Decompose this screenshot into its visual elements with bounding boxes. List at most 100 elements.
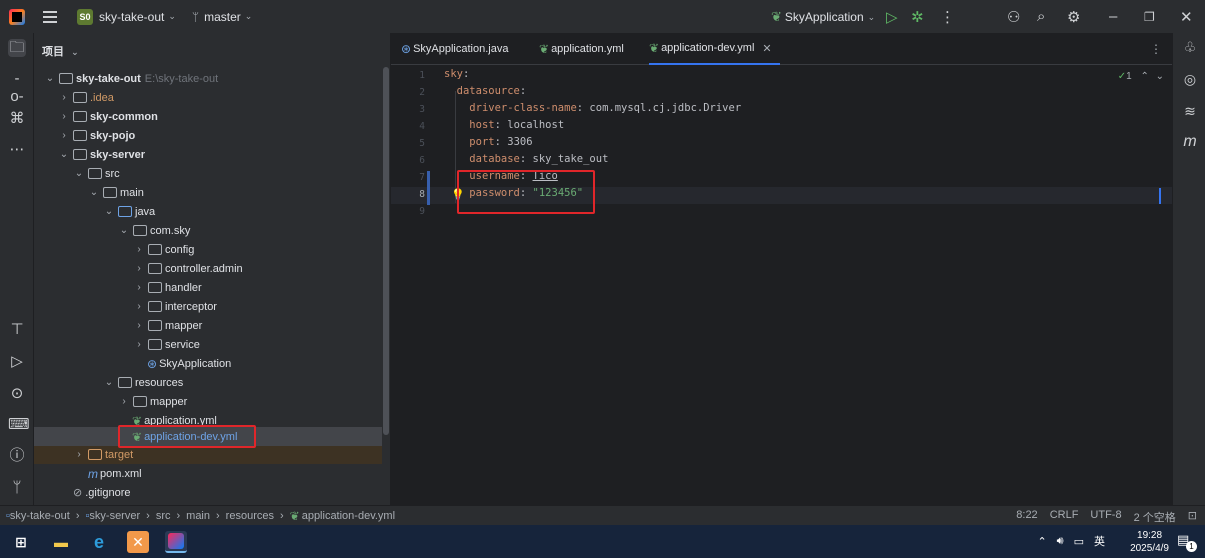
problems-icon[interactable]: ⓘ xyxy=(8,447,26,465)
code-line-5[interactable]: port: 3306 xyxy=(444,136,532,148)
notification-center-icon[interactable]: ▤ 1 xyxy=(1177,532,1197,552)
tree-item-idea[interactable]: › .idea xyxy=(34,88,382,107)
file-encoding[interactable]: UTF-8 xyxy=(1090,509,1121,525)
ie-browser-icon[interactable]: e xyxy=(88,531,110,553)
breadcrumb-item[interactable]: sky-server xyxy=(89,510,140,522)
breadcrumb-item[interactable]: resources xyxy=(226,510,274,522)
tree-item-sky-take-out[interactable]: ⌄ sky-take-out E:\sky-take-out xyxy=(34,69,382,88)
tree-item-resources[interactable]: ⌄ resources xyxy=(34,373,382,392)
tree-item-interceptor[interactable]: › interceptor xyxy=(34,297,382,316)
tab-label: SkyApplication.java xyxy=(413,43,509,55)
project-badge[interactable]: S0 xyxy=(77,8,93,25)
code-line-3[interactable]: driver-class-name: com.mysql.cj.jdbc.Dri… xyxy=(444,102,741,114)
main-menu-icon[interactable] xyxy=(43,10,57,23)
project-panel: 项目 ⌄ ⌄ sky-take-out E:\sky-take-out › .i… xyxy=(34,33,390,505)
tree-item-resources-mapper[interactable]: › mapper xyxy=(34,392,382,411)
line-separator[interactable]: CRLF xyxy=(1050,509,1079,525)
chevron-right-icon: › xyxy=(137,282,141,293)
commit-icon[interactable]: -o- xyxy=(8,70,26,105)
tab-options-icon[interactable]: ⋮ xyxy=(1150,42,1162,56)
chevron-down-icon: ⌄ xyxy=(104,206,114,217)
build-icon[interactable]: ⊤ xyxy=(8,321,26,339)
system-tray: ⌃ 🔊︎ ▭ 英 xyxy=(1037,533,1105,549)
project-selector[interactable]: sky-take-out ⌄ xyxy=(93,10,176,24)
inspection-widget[interactable]: ✓1 ⌃ ⌄ xyxy=(1118,71,1164,82)
terminal-icon[interactable]: ⌨ xyxy=(8,416,30,434)
restore-icon[interactable]: ❐ xyxy=(1144,10,1155,24)
ime-indicator[interactable]: 英 xyxy=(1094,533,1105,549)
tree-item-com-sky[interactable]: ⌄ com.sky xyxy=(34,221,382,240)
tree-item-gitignore[interactable]: ⊘ .gitignore xyxy=(34,483,382,502)
breadcrumb-item[interactable]: sky-take-out xyxy=(10,510,70,522)
run-config-selector[interactable]: ❦ SkyApplication ⌄ xyxy=(771,9,875,25)
git-icon[interactable]: ᛘ xyxy=(8,479,26,497)
indent-setting[interactable]: 2 个空格 xyxy=(1134,509,1176,525)
breadcrumb-item[interactable]: src xyxy=(156,510,171,522)
breadcrumb-item[interactable]: main xyxy=(186,510,210,522)
next-problem-icon[interactable]: ⌄ xyxy=(1156,71,1164,82)
code-line-6[interactable]: database: sky_take_out xyxy=(444,153,608,165)
branch-selector[interactable]: ᛘ master ⌄ xyxy=(176,10,252,24)
project-name: sky-take-out xyxy=(99,9,165,24)
title-bar: S0 sky-take-out ⌄ ᛘ master ⌄ ❦ SkyApplic… xyxy=(0,0,1205,33)
project-panel-header[interactable]: 项目 ⌄ xyxy=(42,43,79,59)
prev-problem-icon[interactable]: ⌃ xyxy=(1140,71,1148,82)
tree-item-handler[interactable]: › handler xyxy=(34,278,382,297)
xampp-icon[interactable]: ✕ xyxy=(127,531,149,553)
network-icon[interactable]: ▭ xyxy=(1074,535,1084,548)
notifications-icon[interactable]: ♧ xyxy=(1181,39,1199,56)
close-icon[interactable]: ✕ xyxy=(1180,8,1193,26)
code-line-1[interactable]: sky: xyxy=(444,68,469,80)
folder-icon xyxy=(73,92,87,103)
tab-application-dev-yml[interactable]: ❦ application-dev.yml ✕ xyxy=(649,33,780,65)
caret-position[interactable]: 8:22 xyxy=(1016,509,1037,525)
tree-item-src[interactable]: ⌄ src xyxy=(34,164,382,183)
tree-item-label: pom.xml xyxy=(100,467,142,480)
tab-application-yml[interactable]: ❦ application.yml xyxy=(539,33,624,65)
chevron-up-icon[interactable]: ⌃ xyxy=(1037,535,1046,548)
intellij-taskbar-icon[interactable] xyxy=(165,531,187,553)
code-line-2[interactable]: datasource: xyxy=(444,85,527,97)
tree-item-main[interactable]: ⌄ main xyxy=(34,183,382,202)
lock-icon[interactable]: ⊡ xyxy=(1188,509,1197,525)
intellij-logo-icon[interactable] xyxy=(9,8,25,25)
breadcrumb-item[interactable]: application-dev.yml xyxy=(302,510,395,522)
windows-start-icon[interactable]: ⊞ xyxy=(10,531,32,553)
ai-assistant-icon[interactable]: ◎ xyxy=(1181,71,1199,88)
tree-item-skyapplication[interactable]: ⊛ SkyApplication xyxy=(34,354,382,373)
package-icon xyxy=(148,263,162,274)
tree-item-sky-common[interactable]: › sky-common xyxy=(34,107,382,126)
more-icon[interactable]: ⋮ xyxy=(940,8,955,26)
clock[interactable]: 19:28 2025/4/9 xyxy=(1130,529,1169,555)
run-tool-icon[interactable]: ▷ xyxy=(8,353,26,371)
tree-item-sky-server[interactable]: ⌄ sky-server xyxy=(34,145,382,164)
project-folder-icon[interactable]: 🗀 xyxy=(8,39,26,57)
folder-icon xyxy=(133,396,147,407)
tree-item-pom-xml[interactable]: m pom.xml xyxy=(34,464,382,483)
tree-item-config[interactable]: › config xyxy=(34,240,382,259)
tree-item-java[interactable]: ⌄ java xyxy=(34,202,382,221)
tree-item-service[interactable]: › service xyxy=(34,335,382,354)
file-explorer-icon[interactable]: ▬ xyxy=(50,531,72,553)
database-icon[interactable]: ≋ xyxy=(1181,103,1199,120)
code-line-4[interactable]: host: localhost xyxy=(444,119,564,131)
debug-icon[interactable]: ✲ xyxy=(911,8,924,26)
tree-item-controller-admin[interactable]: › controller.admin xyxy=(34,259,382,278)
highlight-annotation-credentials xyxy=(457,170,595,214)
search-icon[interactable]: ⌕ xyxy=(1037,8,1045,25)
maven-icon[interactable]: m xyxy=(1181,133,1199,151)
tab-skyapplication-java[interactable]: ⊛ SkyApplication.java xyxy=(401,33,508,65)
vcs-change-marker[interactable] xyxy=(427,171,430,205)
tree-item-mapper[interactable]: › mapper xyxy=(34,316,382,335)
volume-icon[interactable]: 🔊︎ xyxy=(1057,535,1064,548)
close-tab-icon[interactable]: ✕ xyxy=(762,42,771,55)
project-scrollbar[interactable] xyxy=(383,67,389,435)
tree-item-sky-pojo[interactable]: › sky-pojo xyxy=(34,126,382,145)
settings-icon[interactable]: ⚙ xyxy=(1067,8,1080,26)
run-icon[interactable]: ▷ xyxy=(886,8,898,26)
services-icon[interactable]: ⊙ xyxy=(8,385,26,403)
structure-icon[interactable]: ⌘ xyxy=(8,110,26,128)
more-tools-icon[interactable]: ⋯ xyxy=(8,141,26,159)
add-user-icon[interactable]: ⚇ xyxy=(1007,8,1020,26)
minimize-icon[interactable]: – xyxy=(1109,8,1117,25)
